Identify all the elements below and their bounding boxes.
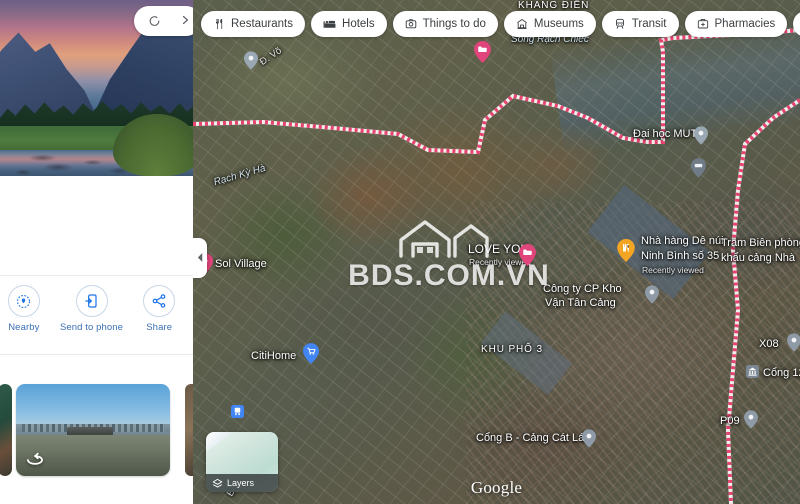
chip-atms[interactable]: ATM ATMs bbox=[793, 11, 800, 37]
chip-label-museums: Museums bbox=[533, 18, 584, 30]
action-button-nearby[interactable]: Nearby bbox=[0, 285, 58, 334]
chip-label-pharmacies: Pharmacies bbox=[714, 18, 776, 30]
chip-transit[interactable]: Transit bbox=[601, 11, 679, 37]
photo-thumbnail-row bbox=[0, 378, 193, 504]
chip-things-to-do[interactable]: Things to do bbox=[392, 11, 498, 37]
transit-train-icon bbox=[615, 18, 624, 29]
action-button-share[interactable]: Share bbox=[125, 285, 193, 334]
layers-button[interactable]: Layers bbox=[206, 432, 278, 492]
layers-label: Layers bbox=[227, 478, 255, 488]
nearby-pin-icon[interactable] bbox=[7, 285, 40, 317]
action-label-nearby: Nearby bbox=[8, 322, 40, 333]
photo-thumbnail-edge[interactable] bbox=[185, 384, 193, 476]
chip-label-restaurants: Restaurants bbox=[231, 18, 294, 30]
action-label-share: Share bbox=[146, 322, 173, 333]
layers-label-bar: Layers bbox=[206, 474, 278, 492]
send-to-phone-icon[interactable] bbox=[75, 285, 108, 317]
chip-hotels[interactable]: Hotels bbox=[311, 11, 387, 37]
pharmacy-icon bbox=[697, 19, 708, 29]
category-chips-bar: Restaurants Hotels Things to do Museums … bbox=[201, 11, 800, 37]
chip-label-things-to-do: Things to do bbox=[422, 18, 486, 30]
carousel-next-icon[interactable] bbox=[179, 14, 191, 28]
chip-label-transit: Transit bbox=[631, 18, 667, 30]
share-icon[interactable] bbox=[143, 285, 176, 317]
map-canvas[interactable]: BDS.COM.VN KHANG ĐIỀN Sông Rạch Chiếc Đ.… bbox=[193, 0, 800, 504]
street-view-thumbnail[interactable] bbox=[16, 384, 170, 476]
place-actions-row: Nearby Send to phone Share bbox=[0, 277, 193, 355]
chip-museums[interactable]: Museums bbox=[503, 11, 596, 37]
restaurant-icon bbox=[216, 19, 223, 29]
google-watermark: Google bbox=[470, 478, 523, 497]
photo-carousel-nav[interactable] bbox=[134, 6, 193, 36]
hotel-bed-icon bbox=[323, 20, 336, 28]
place-details-panel: Nearby Send to phone Share bbox=[0, 0, 193, 504]
chevron-left-icon bbox=[197, 252, 203, 264]
collapse-panel-button[interactable] bbox=[193, 238, 207, 278]
action-button-send-to-phone[interactable]: Send to phone bbox=[58, 285, 126, 334]
photo-thumbnail-partial[interactable] bbox=[0, 384, 12, 476]
camera-icon bbox=[405, 19, 416, 29]
carousel-prev-icon[interactable] bbox=[148, 14, 161, 29]
layers-icon bbox=[212, 478, 223, 488]
pegman-360-icon[interactable] bbox=[24, 449, 46, 467]
action-label-send-to-phone: Send to phone bbox=[59, 322, 124, 333]
maps-screenshot: Nearby Send to phone Share BDS.COM.VN KH… bbox=[0, 0, 800, 504]
chip-restaurants[interactable]: Restaurants bbox=[201, 11, 306, 37]
layers-thumbnail-corner bbox=[206, 432, 232, 452]
museum-icon bbox=[516, 19, 527, 29]
place-info-body bbox=[0, 176, 193, 276]
chip-pharmacies[interactable]: Pharmacies bbox=[684, 11, 788, 37]
chip-label-hotels: Hotels bbox=[342, 18, 375, 30]
